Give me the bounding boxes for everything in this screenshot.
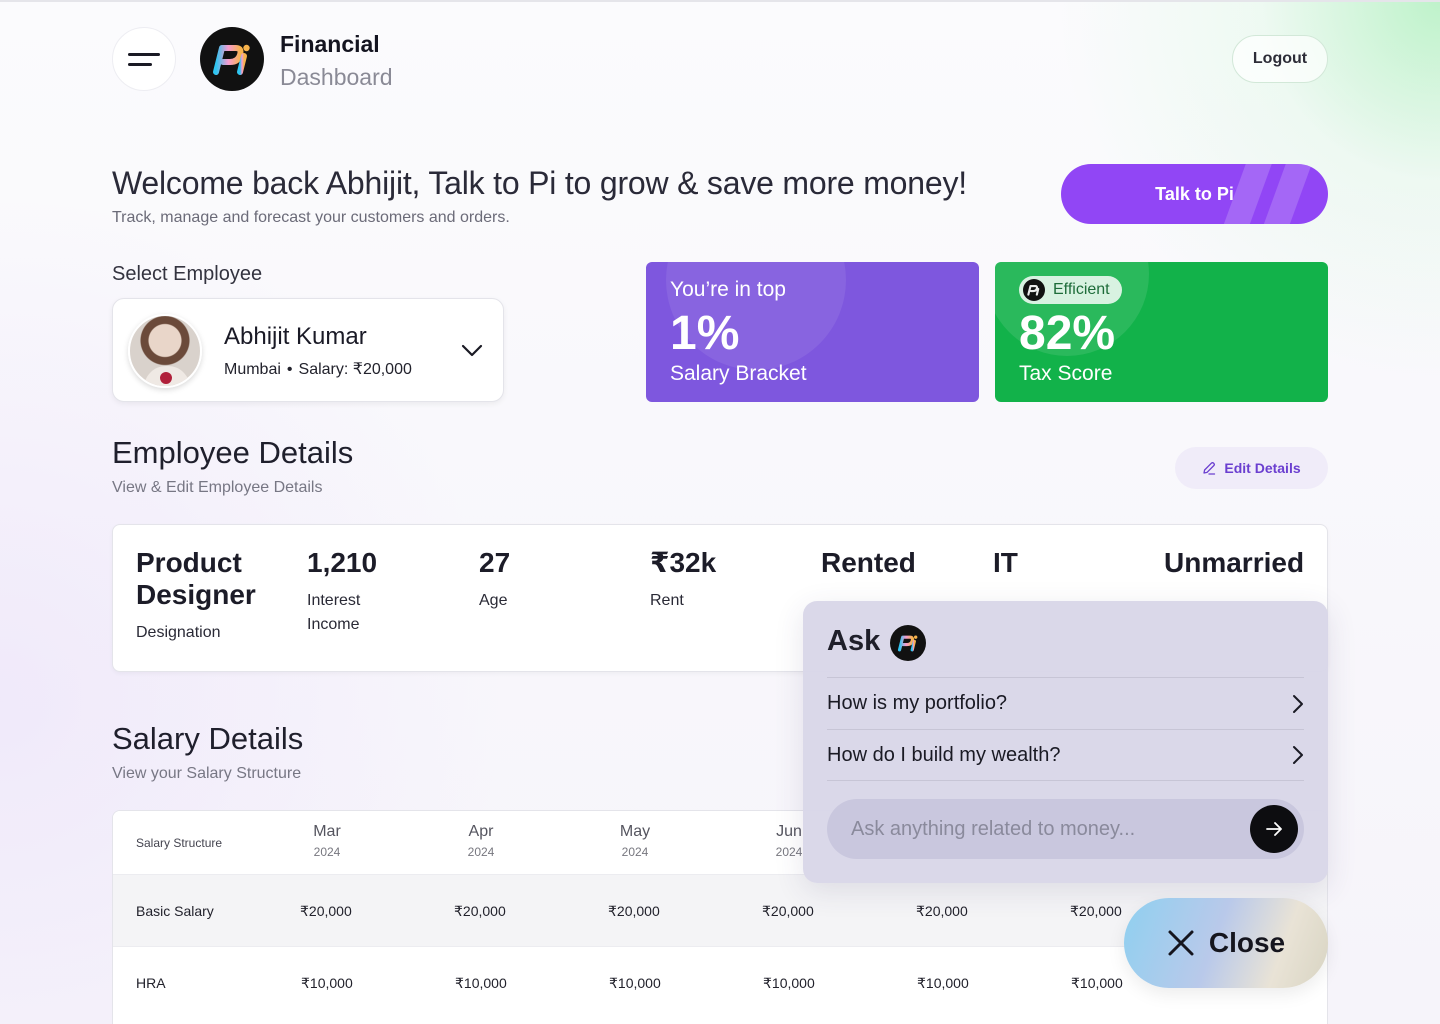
detail-sector: IT [993, 547, 1113, 579]
brand-title: Financial Dashboard [280, 28, 393, 94]
send-button[interactable] [1250, 805, 1298, 853]
chevron-right-icon [1293, 746, 1303, 764]
pi-logo [200, 27, 264, 91]
salary-structure-header: Salary Structure [136, 836, 223, 850]
detail-marital-status: Unmarried [1164, 547, 1314, 579]
table-cell: ₹20,000 [762, 903, 814, 919]
detail-interest-income: 1,210 Interest Income [307, 547, 417, 637]
detail-housing: Rented [821, 547, 941, 579]
suggestion-label: How do I build my wealth? [827, 743, 1061, 766]
month-label: Mar [313, 823, 341, 840]
employee-salary: Salary: ₹20,000 [298, 361, 412, 378]
row-label: Basic Salary [136, 903, 214, 919]
ask-input[interactable] [851, 799, 1231, 859]
chevron-down-icon[interactable] [461, 339, 483, 361]
welcome-title: Welcome back Abhijit, Talk to Pi to grow… [112, 165, 967, 201]
detail-value: 27 [479, 547, 511, 578]
chevron-right-icon [1293, 694, 1303, 713]
detail-value: Unmarried [1164, 547, 1305, 578]
table-cell: ₹10,000 [763, 975, 815, 991]
month-column: Mar 2024 [287, 823, 367, 859]
month-label: Apr [468, 823, 494, 840]
table-cell: ₹10,000 [455, 975, 507, 991]
suggestion-portfolio[interactable]: How is my portfolio? [827, 677, 1304, 729]
meta-separator: • [286, 361, 293, 378]
table-cell: ₹10,000 [1071, 975, 1123, 991]
table-cell: ₹10,000 [609, 975, 661, 991]
month-column: Apr 2024 [441, 823, 521, 859]
avatar [128, 314, 202, 388]
salary-details-subtitle: View your Salary Structure [112, 765, 302, 782]
detail-value: 1,210 [307, 547, 378, 578]
close-label: Close [1208, 927, 1286, 958]
efficient-badge-label: Efficient [1053, 281, 1110, 298]
bracket-label: Salary Bracket [670, 362, 807, 385]
tax-score-label: Tax Score [1019, 362, 1113, 385]
ask-input-wrapper [827, 799, 1304, 859]
year-label: 2024 [313, 845, 341, 859]
detail-value: Rented [821, 547, 916, 578]
year-label: 2024 [467, 845, 495, 859]
suggestion-wealth[interactable]: How do I build my wealth? [827, 729, 1304, 781]
month-column: May 2024 [595, 823, 675, 859]
salary-bracket-card: You’re in top 1% Salary Bracket [646, 262, 979, 402]
efficient-badge: Efficient [1019, 276, 1122, 304]
detail-label: Interest Income [307, 592, 361, 633]
bracket-kicker: You’re in top [670, 278, 786, 301]
employee-city: Mumbai [224, 361, 281, 378]
brand-line1: Financial [280, 31, 380, 57]
detail-designation: Product Designer Designation [136, 547, 286, 645]
menu-button[interactable] [112, 27, 176, 91]
detail-rent: ₹32k Rent [650, 547, 770, 613]
table-cell: ₹20,000 [454, 903, 506, 919]
bracket-value: 1% [670, 307, 740, 360]
table-cell: ₹10,000 [301, 975, 353, 991]
suggestion-label: How is my portfolio? [827, 692, 1008, 714]
detail-label: Rent [650, 592, 684, 609]
ask-pi-panel: Ask How is my portfolio? How do I build … [803, 601, 1328, 883]
menu-icon [128, 52, 160, 56]
close-icon [1168, 930, 1194, 956]
detail-label: Age [479, 592, 508, 609]
table-cell: ₹20,000 [1070, 903, 1122, 919]
tax-score-value: 82% [1019, 307, 1116, 360]
employee-details-subtitle: View & Edit Employee Details [112, 479, 323, 496]
pi-logo-icon [213, 44, 250, 75]
close-button[interactable]: Close [1124, 898, 1328, 988]
detail-age: 27 Age [479, 547, 589, 613]
pi-logo-icon [890, 625, 926, 661]
row-label: HRA [136, 975, 166, 991]
talk-to-pi-button[interactable]: Talk to Pi [1061, 164, 1328, 224]
welcome-subtitle: Track, manage and forecast your customer… [112, 209, 510, 226]
arrow-right-icon [1266, 822, 1282, 836]
table-cell: ₹10,000 [917, 975, 969, 991]
table-cell: ₹20,000 [916, 903, 968, 919]
month-label: May [619, 823, 651, 840]
employee-selector[interactable]: Abhijit Kumar Mumbai • Salary: ₹20,000 [112, 298, 504, 402]
pi-logo-icon [1023, 279, 1045, 301]
detail-label: Designation [136, 624, 221, 641]
edit-details-label: Edit Details [1224, 460, 1301, 476]
table-cell: ₹20,000 [608, 903, 660, 919]
talk-to-pi-label: Talk to Pi [1155, 183, 1234, 204]
employee-meta: Mumbai • Salary: ₹20,000 [224, 359, 412, 379]
select-employee-label: Select Employee [112, 263, 263, 285]
brand-line2: Dashboard [280, 64, 393, 90]
employee-name: Abhijit Kumar [224, 323, 367, 350]
logout-button[interactable]: Logout [1232, 35, 1328, 83]
salary-details-title: Salary Details [112, 721, 304, 756]
table-cell: ₹20,000 [300, 903, 352, 919]
detail-value: IT [993, 547, 1018, 578]
detail-value: Product Designer [136, 547, 256, 610]
tax-score-card: Efficient 82% Tax Score [995, 262, 1328, 402]
detail-value: ₹32k [650, 547, 717, 578]
employee-details-title: Employee Details [112, 435, 354, 470]
ask-title: Ask [827, 625, 881, 657]
year-label: 2024 [621, 845, 649, 859]
pencil-icon [1203, 462, 1216, 475]
edit-details-button[interactable]: Edit Details [1175, 447, 1328, 489]
